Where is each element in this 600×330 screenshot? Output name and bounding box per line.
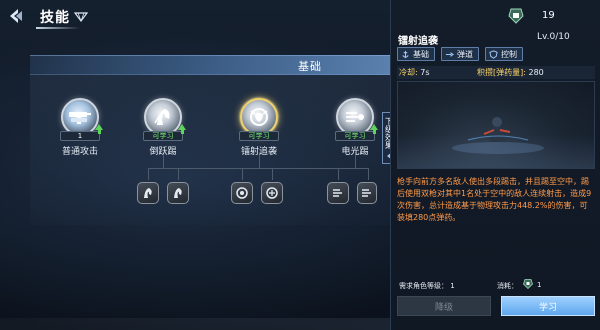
- preview-character-figure: [452, 117, 544, 154]
- capacity-value: 280: [528, 68, 544, 77]
- back-button[interactable]: [6, 6, 26, 26]
- skill-node-lightning-kick[interactable]: 可学习: [332, 98, 378, 144]
- skill-label: 镭射追袭: [240, 147, 277, 157]
- sub-skill-slot[interactable]: [327, 182, 349, 204]
- currency-display: 19: [508, 8, 555, 24]
- back-arrow-icon: [10, 9, 22, 23]
- sub-skill-lion-icon: [266, 187, 278, 199]
- sub-skill-kick-icon: [174, 188, 182, 198]
- bottom-strip: [0, 318, 390, 330]
- learn-button[interactable]: 学习: [501, 296, 595, 316]
- page-title: 技能: [40, 10, 70, 26]
- downgrade-button[interactable]: 降级: [397, 296, 491, 316]
- kick-icon: [154, 109, 170, 125]
- upgrade-arrow-icon: [95, 124, 103, 134]
- skill-node-back-flip-kick[interactable]: 可学习: [140, 98, 186, 144]
- diamond-icon[interactable]: [74, 12, 88, 22]
- skill-detail-panel: 19 镭射追袭 Lv.0/10 基础 弹道 控制 冷却: 7s 积攒[弹药量]:…: [390, 0, 600, 330]
- cost-label: 消耗：: [497, 282, 518, 290]
- skill-level-badge: 1: [60, 131, 100, 141]
- sub-skill-slot[interactable]: [261, 182, 283, 204]
- tag-label: 控制: [501, 49, 517, 59]
- sub-skill-dash-icon: [362, 189, 371, 197]
- tree-connector: [178, 168, 179, 180]
- tag-label: 基础: [413, 49, 429, 59]
- capacity-stat: 积攒[弹药量]: 280: [477, 67, 544, 78]
- skill-book-icon: [508, 8, 524, 24]
- lion-icon: [250, 108, 268, 126]
- gun-icon: [69, 112, 91, 124]
- required-level-label: 需求角色等级：: [399, 282, 448, 290]
- sub-skill-slot[interactable]: [231, 182, 253, 204]
- skill-label: 电光踢: [341, 147, 369, 157]
- bullet-icon: [445, 51, 454, 57]
- skill-name: 镭射追袭: [398, 36, 438, 47]
- sub-skill-slot[interactable]: [167, 182, 189, 204]
- required-level-value: 1: [450, 282, 455, 290]
- tag-basic: 基础: [397, 47, 435, 61]
- shield-icon: [489, 49, 498, 59]
- tree-connector: [368, 168, 369, 180]
- upgrade-arrow-icon: [178, 124, 186, 134]
- sub-skill-kick-icon: [144, 188, 152, 198]
- anchor-icon: [402, 50, 409, 58]
- learnable-badge: 可学习: [335, 131, 375, 141]
- tree-connector: [272, 168, 273, 180]
- tree-connector: [148, 168, 368, 169]
- skill-book-icon: [523, 279, 533, 289]
- currency-count: 19: [542, 10, 555, 21]
- tree-connector: [338, 168, 339, 180]
- skill-tags: 基础 弹道 控制: [397, 47, 523, 61]
- skill-node-basic-attack[interactable]: 1: [57, 98, 103, 144]
- top-bar: 技能: [0, 0, 390, 34]
- tag-label: 弹道: [457, 49, 473, 59]
- required-level: 需求角色等级： 1: [399, 281, 455, 291]
- skill-stats: 冷却: 7s 积攒[弹药量]: 280: [397, 66, 595, 79]
- tree-connector: [148, 168, 149, 180]
- sub-skill-slot[interactable]: [357, 182, 377, 204]
- title-underline: [36, 27, 80, 29]
- sub-skill-dash-icon: [333, 189, 342, 197]
- tag-control: 控制: [485, 47, 523, 61]
- upgrade-arrow-icon: [370, 124, 378, 134]
- cooldown-stat: 冷却: 7s: [399, 67, 430, 78]
- skill-level: Lv.0/10: [537, 32, 570, 42]
- sub-skill-slot[interactable]: [137, 182, 159, 204]
- skill-label: 普通攻击: [61, 147, 98, 157]
- tag-projectile: 弹道: [441, 47, 479, 61]
- dash-kick-icon: [346, 112, 364, 122]
- cost-value: 1: [537, 281, 542, 289]
- skill-description: 枪手向前方多名敌人使出多段踢击，并且踢至空中，踢后使用双枪对其中1名处于空中的敌…: [397, 177, 592, 222]
- skill-node-laser-pursuit[interactable]: 可学习: [236, 98, 282, 144]
- skill-label: 倒跃踢: [149, 147, 177, 157]
- section-title: 基础: [298, 60, 322, 73]
- cooldown-label: 冷却:: [399, 68, 418, 77]
- sub-skill-lion-icon: [236, 187, 248, 199]
- requirement-row: 需求角色等级： 1 消耗： 1: [397, 279, 595, 291]
- learnable-badge: 可学习: [143, 131, 183, 141]
- learnable-badge: 可学习: [239, 131, 279, 141]
- tree-connector: [242, 168, 243, 180]
- capacity-label: 积攒[弹药量]:: [477, 68, 526, 77]
- section-header: 基础: [30, 55, 390, 75]
- cooldown-value: 7s: [420, 68, 430, 77]
- skill-preview: [397, 81, 595, 169]
